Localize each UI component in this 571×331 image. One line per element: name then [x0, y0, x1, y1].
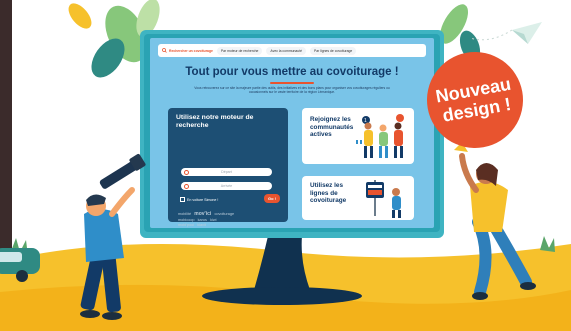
partner-logo: klaxit	[197, 223, 206, 227]
monitor-base	[202, 287, 362, 305]
checkbox-icon	[180, 197, 185, 202]
hero-subtitle: Vous retrouverez sur ce site la majeure …	[194, 86, 390, 95]
nav-tab-carpool-lines[interactable]: Par lignes de covoiturage	[310, 46, 357, 55]
location-pin-icon	[184, 169, 189, 175]
simone-checkbox[interactable]: En voiture Simone !	[180, 197, 218, 202]
community-people-illustration: 1	[356, 114, 404, 158]
nav-tab-search-engine[interactable]: Par moteur de recherche	[216, 46, 263, 55]
partner-logo: covoiturage	[214, 212, 235, 216]
community-card[interactable]: Rejoignez les communautés actives 1	[302, 108, 414, 164]
search-card-title: Utilisez notre moteur de recherche	[176, 114, 254, 129]
partner-logo: mobicoop	[178, 217, 195, 222]
arrivee-field[interactable]: Arrivée	[181, 182, 272, 190]
hero-title: Tout pour vous mettre au covoiturage !	[185, 66, 399, 78]
depart-field[interactable]: Départ	[181, 168, 272, 176]
depart-placeholder: Départ	[221, 170, 232, 174]
title-underline	[270, 82, 314, 84]
arrivee-placeholder: Arrivée	[220, 184, 233, 188]
carpool-stop-illustration	[366, 180, 401, 218]
simone-checkbox-label: En voiture Simone !	[187, 197, 219, 202]
partner-logo: karos	[197, 217, 207, 222]
partner-logo: mobilité	[178, 212, 192, 216]
search-card: Utilisez notre moteur de recherche Dépar…	[168, 108, 288, 227]
partner-logo: mov'ici	[194, 211, 212, 217]
go-button[interactable]: Go !	[264, 194, 280, 203]
paper-plane-icon	[469, 22, 542, 44]
monitor-stand	[254, 236, 310, 290]
search-icon	[162, 48, 167, 53]
search-link[interactable]: Rechercher un covoiturage	[162, 48, 213, 53]
nav-tab-community[interactable]: Avec la communauté	[266, 46, 307, 55]
carpool-lines-card[interactable]: Utilisez les lignes de covoiturage	[302, 176, 414, 220]
search-link-label: Rechercher un covoiturage	[169, 48, 213, 53]
community-card-title: Rejoignez les communautés actives	[310, 116, 354, 138]
partner-logos: mobilité mov'ici covoiturage mobicoop ka…	[178, 211, 278, 228]
partner-logo: mobi'pool	[178, 223, 195, 227]
partner-logo: kiwi	[210, 217, 217, 222]
promo-illustration: Rechercher un covoiturage Par moteur de …	[0, 0, 571, 331]
location-pin-icon	[184, 183, 189, 189]
monitor-screen: Rechercher un covoiturage Par moteur de …	[150, 38, 434, 228]
lines-card-title: Utilisez les lignes de covoiturage	[310, 182, 347, 204]
nav-bar: Rechercher un covoiturage Par moteur de …	[158, 44, 426, 57]
